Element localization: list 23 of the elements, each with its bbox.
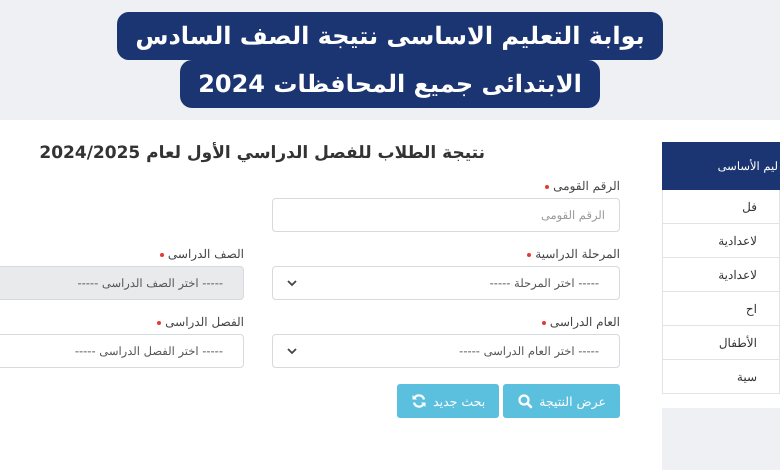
headline: الابتدائى جميع المحافظات 2024 [180, 60, 600, 108]
national-id-field[interactable]: الرقم القومى [272, 198, 620, 232]
sidebar-item[interactable]: لاعدادية [662, 258, 780, 292]
chevron-down-icon [287, 348, 297, 354]
select-field[interactable]: ----- اختر العام الدراسى ----- [272, 334, 620, 368]
sidebar-item[interactable]: اح [662, 292, 780, 326]
headline: بوابة التعليم الاساسى نتيجة الصف السادس [117, 12, 663, 60]
field-label: العام الدراسى [542, 314, 620, 330]
select-field[interactable]: ----- اختر الفصل الدراسى ----- [0, 334, 244, 368]
sidebar-item[interactable]: لاعدادية [662, 224, 780, 258]
chevron-down-icon [287, 280, 297, 286]
search-icon [517, 393, 534, 409]
field-label: الصف الدراسى [160, 246, 244, 262]
field-label: الرقم القومى [545, 178, 620, 194]
sidebar-item[interactable]: فل [662, 190, 780, 224]
form-title: نتيجة الطلاب للفصل الدراسي الأول لعام 2024/2025 [38, 142, 485, 164]
field-label: المرحلة الدراسية [527, 246, 620, 262]
sidebar-item[interactable]: سية [662, 360, 780, 394]
field-label: الفصل الدراسى [157, 314, 244, 330]
sidebar-header: ليم الأساسى [662, 142, 780, 190]
sidebar-item[interactable]: الأطفال [662, 326, 780, 360]
select-field[interactable]: ----- اختر المرحلة ----- [272, 266, 620, 300]
refresh-icon [411, 393, 428, 409]
